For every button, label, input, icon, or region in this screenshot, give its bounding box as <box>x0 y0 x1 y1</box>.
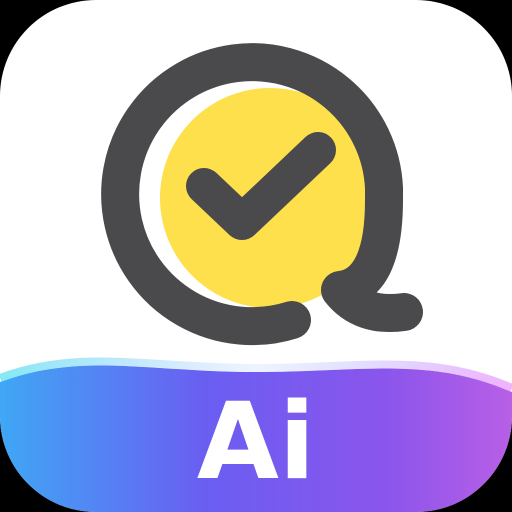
app-icon: Ai <box>0 0 512 512</box>
app-icon-graphic: Ai <box>0 0 512 512</box>
ai-label: Ai <box>197 380 315 503</box>
